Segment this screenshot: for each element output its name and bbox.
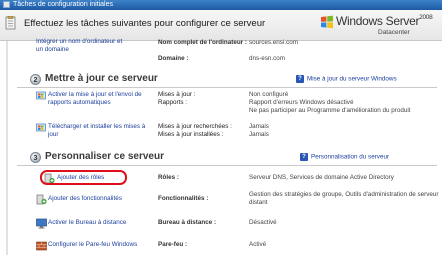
section-3-divider (17, 165, 437, 166)
updates-label: Mises à jour : (158, 91, 196, 98)
task-add-features-link[interactable]: Ajouter des fonctionnalités (48, 195, 152, 203)
section-2-number: 2 (30, 74, 41, 85)
add-features-icon (36, 194, 47, 205)
updates-checked-label: Mises à jour recherchées : (158, 123, 232, 130)
task-list-pane[interactable]: Intégrer un nom d'ordinateur et un domai… (0, 38, 442, 255)
header-banner: Effectuez les tâches suivantes pour conf… (0, 10, 442, 41)
window-icon (3, 1, 10, 8)
remote-desktop-label: Bureau à distance : (158, 219, 217, 226)
section-2-help-text[interactable]: Mise à jour du serveur Windows (307, 76, 397, 83)
windows-update-icon (36, 91, 46, 100)
brand-name: Windows Server2008 (336, 14, 433, 28)
help-icon: ? (296, 75, 304, 83)
task-enable-updates-link[interactable]: Activer la mise à jour et l'envoi de rap… (48, 91, 152, 106)
left-scrollbar[interactable] (3, 41, 11, 255)
firewall-label: Pare-feu : (158, 241, 188, 248)
help-icon: ? (300, 153, 308, 161)
updates-installed-value: Jamais (249, 131, 269, 138)
section-3-help-text[interactable]: Personnalisation du serveur (311, 154, 389, 161)
task-computer-name[interactable]: Intégrer un nom d'ordinateur et un domai… (36, 38, 131, 53)
page-title: Effectuez les tâches suivantes pour conf… (24, 18, 266, 29)
field-domain-value: dns-esn.com (249, 55, 285, 63)
reports-value: Rapport d'erreurs Windows désactivé (249, 99, 354, 106)
window-titlebar[interactable]: Tâches de configuration initiales (0, 0, 442, 10)
windows-server-logo: Windows Server2008 Datacenter (320, 13, 442, 39)
server-checklist-icon (5, 16, 16, 30)
full-name-value: sources.ensi.com (249, 39, 298, 46)
task-remote-desktop-link[interactable]: Activer le Bureau à distance (48, 219, 158, 227)
window-title: Tâches de configuration initiales (13, 1, 114, 8)
updates-checked-value: Jamais (249, 123, 269, 130)
remote-desktop-value: Désactivé (249, 219, 277, 226)
brand-edition: Datacenter (378, 29, 410, 36)
reports-label: Rapports : (158, 99, 188, 106)
firewall-value: Activé (249, 241, 267, 248)
section-2-help-link[interactable]: ? Mise à jour du serveur Windows (296, 75, 397, 83)
features-value: Gestion des stratégies de groupe, Outils… (249, 191, 439, 206)
ceip-value: Ne pas participer au Programme d'amélior… (249, 107, 411, 114)
domain-value: dns-esn.com (249, 55, 286, 62)
section-3-title: Personnaliser ce serveur (45, 151, 164, 162)
section-3-help-link[interactable]: ? Personnalisation du serveur (300, 153, 389, 161)
updates-installed-label: Mises à jour installées : (158, 131, 224, 138)
add-roles-highlight-annotation (40, 170, 127, 185)
task-firewall-link[interactable]: Configurer le Pare-feu Windows (48, 241, 158, 249)
remote-desktop-icon (36, 218, 47, 229)
brand-year: 2008 (419, 14, 433, 21)
firewall-icon (36, 241, 47, 251)
scrollbar-track[interactable] (6, 41, 8, 255)
task-computer-name-link[interactable]: Intégrer un nom d'ordinateur et un domai… (36, 38, 122, 53)
section-2-title: Mettre à jour ce serveur (45, 73, 158, 84)
brand-name-text: Windows Server (336, 14, 420, 28)
section-2-divider (17, 87, 437, 88)
field-full-name-value: sources.ensi.com (249, 39, 298, 47)
updates-value: Non configuré (249, 91, 289, 98)
features-label: Fonctionnalités : (158, 195, 209, 202)
roles-value: Serveur DNS, Services de domaine Active … (249, 174, 394, 181)
full-name-label: Nom complet de l'ordinateur : (158, 39, 247, 46)
field-domain-label: Domaine : (158, 55, 188, 63)
domain-label: Domaine : (158, 55, 189, 62)
field-full-name-label: Nom complet de l'ordinateur : (158, 39, 248, 47)
task-download-updates-link[interactable]: Télécharger et installer les mises à jou… (48, 123, 152, 138)
section-3-number: 3 (30, 152, 41, 163)
windows-flag-icon (321, 15, 333, 29)
roles-label: Rôles : (158, 174, 179, 181)
download-updates-icon (36, 123, 46, 132)
